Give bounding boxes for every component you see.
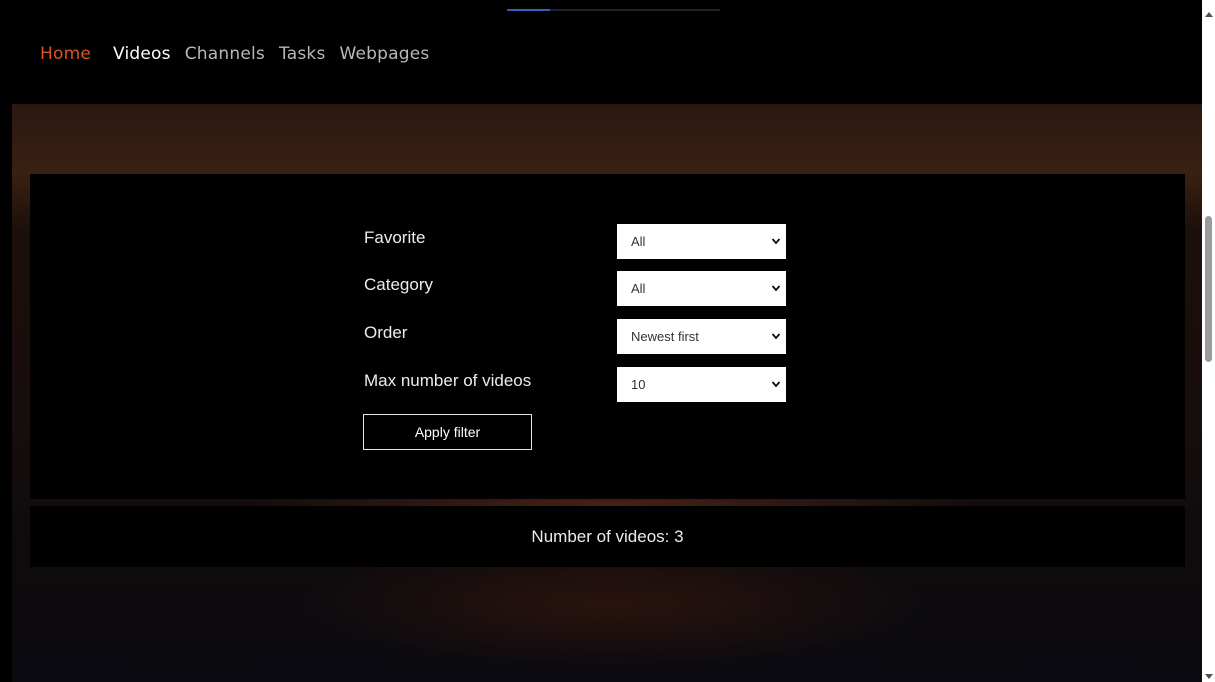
page: Home Videos Channels Tasks Webpages Favo… [0,0,1215,682]
main-nav: Home Videos Channels Tasks Webpages [40,44,429,64]
video-count-text: Number of videos: 3 [531,526,684,546]
category-filter-row: Category All [364,271,786,307]
category-label: Category [364,275,433,294]
category-select-value: All [631,281,646,296]
max-videos-select-value: 10 [631,377,646,392]
loading-progress-fill [507,9,550,11]
order-select-value: Newest first [631,329,699,344]
scroll-down-arrow-icon[interactable] [1205,674,1213,679]
nav-webpages-link[interactable]: Webpages [340,44,430,64]
max-videos-select[interactable]: 10 [617,367,786,402]
category-select[interactable]: All [617,271,786,306]
favorite-label: Favorite [364,228,426,247]
scrollbar[interactable] [1202,0,1215,682]
top-navbar: Home Videos Channels Tasks Webpages [0,0,1202,104]
nav-channels-link[interactable]: Channels [185,44,265,64]
order-filter-row: Order Newest first [364,319,786,355]
favorite-filter-row: Favorite All [364,224,786,260]
favorite-select-value: All [631,234,646,249]
order-label: Order [364,323,408,342]
apply-filter-button[interactable]: Apply filter [363,414,532,450]
scrollbar-thumb[interactable] [1205,216,1212,362]
video-count-panel: Number of videos: 3 [30,506,1185,567]
nav-tasks-link[interactable]: Tasks [279,44,326,64]
chevron-down-icon [771,381,781,388]
max-videos-filter-row: Max number of videos 10 [364,367,786,403]
nav-home-link[interactable]: Home [40,44,91,64]
chevron-down-icon [771,238,781,245]
chevron-down-icon [771,285,781,292]
chevron-down-icon [771,333,781,340]
filter-panel: Favorite All Category All Order Newest f… [30,174,1185,499]
max-videos-label: Max number of videos [364,371,532,390]
nav-videos-link[interactable]: Videos [113,44,171,64]
order-select[interactable]: Newest first [617,319,786,354]
favorite-select[interactable]: All [617,224,786,259]
scroll-up-arrow-icon[interactable] [1205,12,1213,17]
loading-progress-bar [507,9,720,11]
